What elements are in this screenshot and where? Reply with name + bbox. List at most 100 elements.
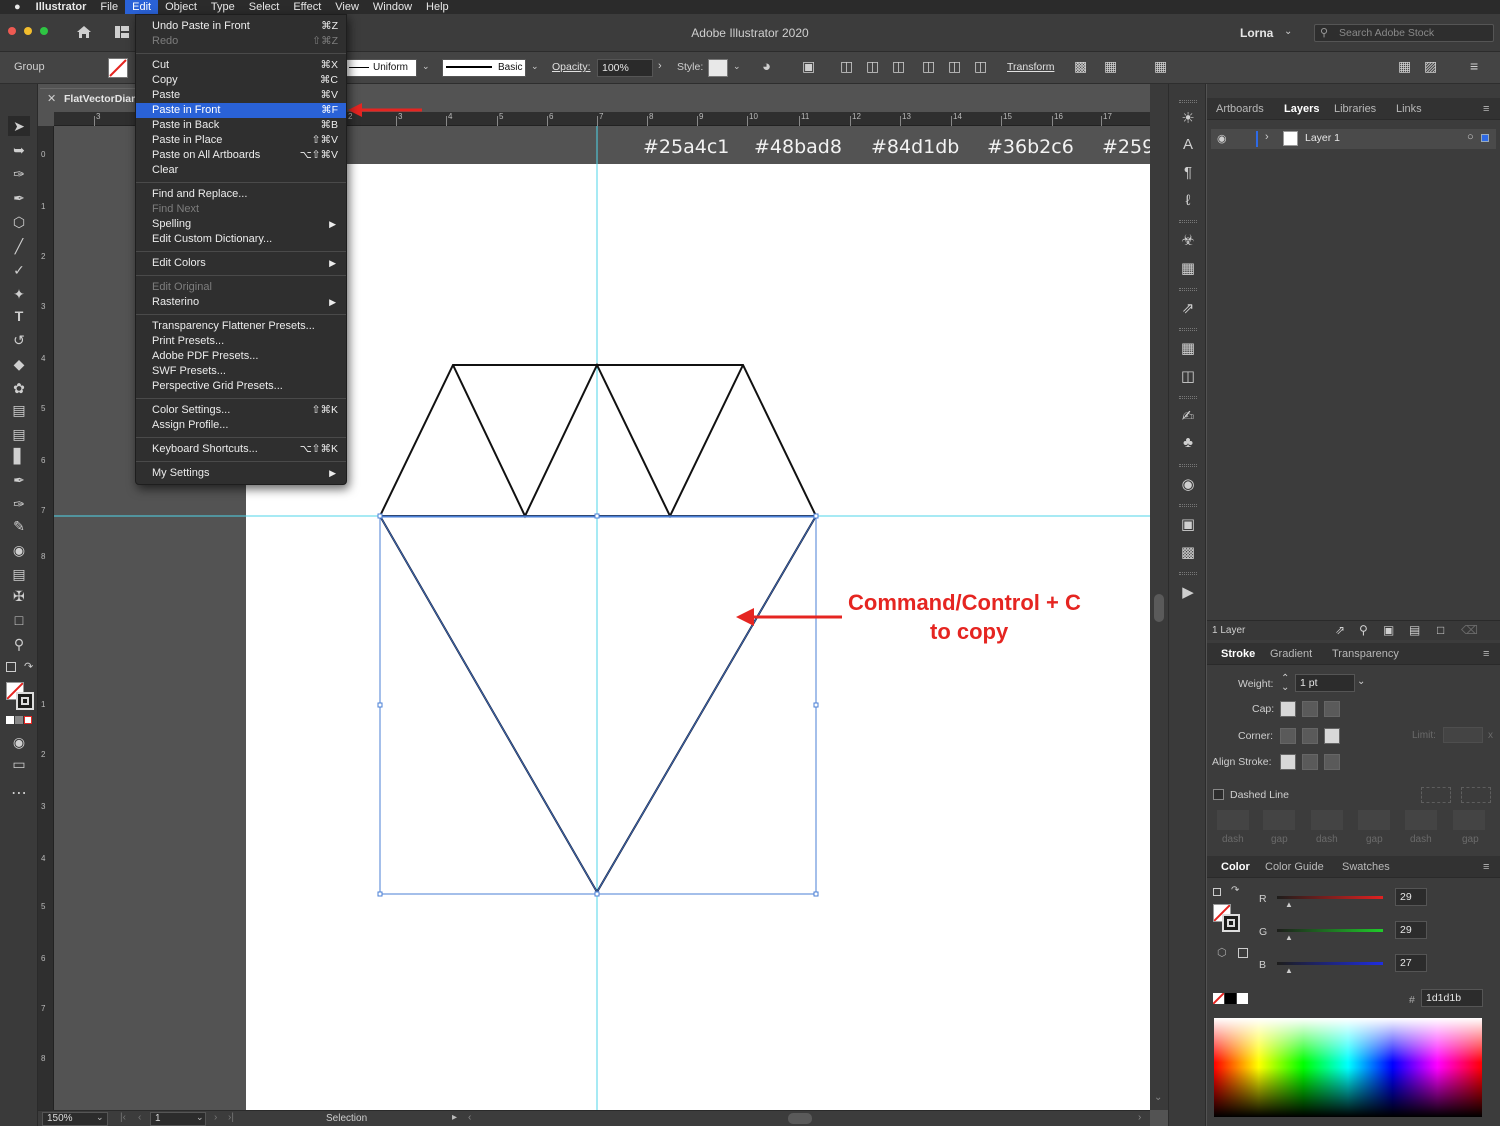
red-value-input[interactable]: 29 <box>1395 888 1427 906</box>
panel-grip[interactable] <box>1179 504 1197 507</box>
align-stroke-outside-button[interactable] <box>1324 754 1340 770</box>
artboard-chevron-icon[interactable]: ⌄ <box>196 1112 204 1123</box>
menu-window[interactable]: Window <box>366 0 419 14</box>
white-color-button[interactable] <box>1237 993 1248 1004</box>
last-artboard-icon[interactable]: ›| <box>228 1112 234 1123</box>
gradient-tool-icon[interactable]: ▤ <box>8 400 30 420</box>
menu-file[interactable]: File <box>93 0 125 14</box>
menu-item-swf-presets[interactable]: SWF Presets... <box>136 364 346 379</box>
stroke-profile-chevron-icon[interactable]: ⌄ <box>422 61 430 72</box>
align-middle-icon[interactable]: ◫ <box>948 58 961 75</box>
align-left-icon[interactable]: ◫ <box>840 58 853 75</box>
document-tab[interactable]: ✕ FlatVectorDiam <box>40 88 140 110</box>
green-slider[interactable] <box>1277 929 1383 932</box>
tab-artboards[interactable]: Artboards <box>1216 98 1264 120</box>
menu-item-redo[interactable]: Redo ⇧⌘Z <box>136 34 346 49</box>
swap-colors-icon[interactable]: ↷ <box>24 660 33 673</box>
none-mode-icon[interactable] <box>24 716 32 724</box>
web-safe-color-icon[interactable] <box>1238 948 1248 958</box>
clipping-mask-icon[interactable]: ▣ <box>1383 623 1394 637</box>
red-slider-thumb[interactable]: ▲ <box>1285 900 1293 909</box>
pin-tool-icon[interactable]: ✠ <box>8 586 30 606</box>
image-trace-panel-icon[interactable]: ▩ <box>1177 542 1199 564</box>
edit-toolbar-icon[interactable]: ⋯ <box>8 784 30 804</box>
tab-links[interactable]: Links <box>1396 98 1422 120</box>
pen-tool-icon[interactable]: ✑ <box>8 164 30 184</box>
blue-value-input[interactable]: 27 <box>1395 954 1427 972</box>
type-tool-icon[interactable]: T <box>8 306 30 326</box>
paragraph-panel-icon[interactable]: ¶ <box>1177 162 1199 184</box>
miter-join-button[interactable] <box>1280 728 1296 744</box>
menu-item-spelling[interactable]: Spelling ▶ <box>136 217 346 232</box>
layer-name[interactable]: Layer 1 <box>1305 132 1340 144</box>
round-cap-button[interactable] <box>1302 701 1318 717</box>
align-right-icon[interactable]: ◫ <box>892 58 905 75</box>
menu-item-paste-in-place[interactable]: Paste in Place ⇧⌘V <box>136 133 346 148</box>
visibility-eye-icon[interactable]: ◉ <box>1217 132 1227 145</box>
menu-item-copy[interactable]: Copy ⌘C <box>136 73 346 88</box>
bevel-join-button[interactable] <box>1324 728 1340 744</box>
layer-selected-indicator[interactable] <box>1481 134 1489 142</box>
layer-expand-chevron-icon[interactable]: › <box>1265 131 1269 143</box>
color-stroke-swatch[interactable] <box>1222 914 1240 932</box>
direct-selection-tool-icon[interactable]: ➥ <box>8 140 30 160</box>
panel-grip[interactable] <box>1179 328 1197 331</box>
color-panel-menu-icon[interactable]: ≡ <box>1483 856 1489 878</box>
scroll-right-icon[interactable]: › <box>1138 1112 1141 1123</box>
gap-input-3[interactable] <box>1453 810 1485 830</box>
menu-item-paste-on-all-artboards[interactable]: Paste on All Artboards ⌥⇧⌘V <box>136 148 346 163</box>
tab-color-guide[interactable]: Color Guide <box>1265 856 1324 878</box>
selection-bounding-box[interactable] <box>379 515 817 895</box>
none-color-button[interactable] <box>1212 992 1225 1005</box>
vertical-scroll-thumb[interactable] <box>1154 594 1164 622</box>
gradient-mode-icon[interactable] <box>15 716 23 724</box>
menu-item-rasterino[interactable]: Rasterino ▶ <box>136 295 346 310</box>
default-fill-stroke-icon[interactable] <box>1213 888 1221 896</box>
menu-item-edit-custom-dictionary[interactable]: Edit Custom Dictionary... <box>136 232 346 247</box>
transform-panel-icon[interactable]: ▦ <box>1177 338 1199 360</box>
menu-item-keyboard-shortcuts[interactable]: Keyboard Shortcuts... ⌥⇧⌘K <box>136 442 346 457</box>
menu-app[interactable]: Illustrator <box>29 0 94 14</box>
tab-transparency[interactable]: Transparency <box>1332 643 1399 665</box>
stroke-profile-dropdown[interactable]: Uniform <box>345 59 417 77</box>
projecting-cap-button[interactable] <box>1324 701 1340 717</box>
panel-grip[interactable] <box>1179 464 1197 467</box>
fill-color-swatch[interactable] <box>108 58 128 78</box>
recolor-artwork-icon[interactable]: ◕ <box>762 58 771 75</box>
panel-grip[interactable] <box>1179 396 1197 399</box>
weight-input[interactable]: 1 pt <box>1295 674 1355 692</box>
menu-item-perspective-grid-presets[interactable]: Perspective Grid Presets... <box>136 379 346 394</box>
close-icon[interactable]: ✕ <box>47 92 56 105</box>
dash-align-corners-button[interactable] <box>1461 787 1491 803</box>
red-slider[interactable] <box>1277 896 1383 899</box>
diamond-crown[interactable] <box>378 362 818 519</box>
eraser-tool-icon[interactable]: ◆ <box>8 354 30 374</box>
color-spectrum[interactable] <box>1214 1018 1482 1117</box>
blue-slider[interactable] <box>1277 962 1383 965</box>
next-artboard-icon[interactable]: › <box>214 1112 217 1123</box>
menu-type[interactable]: Type <box>204 0 242 14</box>
dash-input-1[interactable] <box>1217 810 1249 830</box>
blue-slider-thumb[interactable]: ▲ <box>1285 966 1293 975</box>
swap-fill-stroke-icon[interactable]: ↷ <box>1231 885 1239 896</box>
delete-layer-icon[interactable]: ⌫ <box>1461 623 1478 637</box>
layer-target-icon[interactable]: ○ <box>1467 131 1474 143</box>
brush-dropdown[interactable]: Basic <box>442 59 526 77</box>
stroke-panel-menu-icon[interactable]: ≡ <box>1483 643 1489 665</box>
black-color-button[interactable] <box>1225 993 1236 1004</box>
menu-select[interactable]: Select <box>242 0 287 14</box>
style-chevron-icon[interactable]: ⌄ <box>733 61 741 72</box>
selection-handles[interactable] <box>377 513 819 897</box>
out-of-web-color-icon[interactable]: ⬡ <box>1217 946 1227 959</box>
menu-item-transparency-flattener-presets[interactable]: Transparency Flattener Presets... <box>136 319 346 334</box>
menu-item-clear[interactable]: Clear <box>136 163 346 178</box>
appearance-panel-icon[interactable]: ☀ <box>1177 108 1199 130</box>
control-bar-menu-icon[interactable]: ≡ <box>1470 58 1478 74</box>
stock-search-box[interactable]: ⚲ Search Adobe Stock <box>1314 24 1494 42</box>
symbols-panel-icon[interactable]: ☣ <box>1177 230 1199 252</box>
menu-object[interactable]: Object <box>158 0 204 14</box>
tab-color[interactable]: Color <box>1221 856 1250 878</box>
magic-wand-tool-icon[interactable]: ✦ <box>8 284 30 304</box>
pathfinder-panel-icon[interactable]: ▣ <box>1177 514 1199 536</box>
artboard-tool-icon[interactable]: □ <box>8 610 30 630</box>
